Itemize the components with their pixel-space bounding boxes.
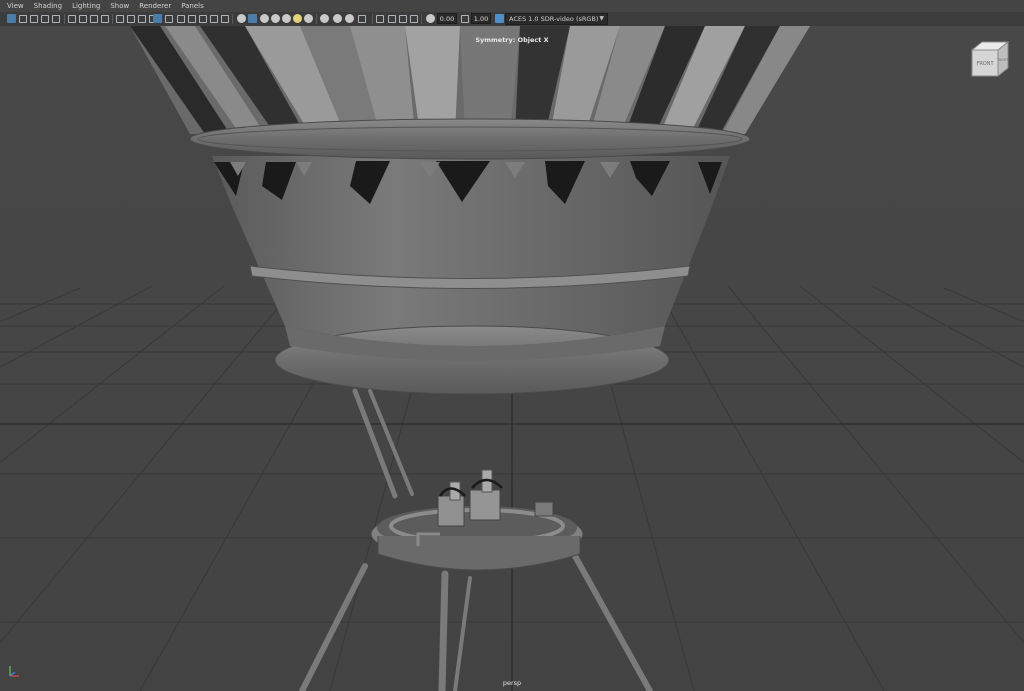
camera-attributes-icon[interactable] — [19, 15, 27, 23]
select-icon[interactable] — [376, 15, 384, 23]
panel-toolbar: 0.00 1.00 ACES 1.0 SDR-video (sRGB) ▼ — [0, 12, 1024, 27]
resolution-gate-icon[interactable] — [79, 15, 87, 23]
camera-name-label: persp — [502, 679, 522, 687]
field-chart-icon[interactable] — [101, 15, 109, 23]
safe-action-icon[interactable] — [116, 15, 124, 23]
viewport-menu-bar: View Shading Lighting Show Renderer Pane… — [0, 0, 1024, 12]
modeling-toolkit-icon[interactable] — [410, 15, 418, 23]
wireframe-icon[interactable] — [153, 14, 162, 23]
menu-renderer[interactable]: Renderer — [139, 0, 171, 12]
xray-icon[interactable] — [221, 15, 229, 23]
lasso-icon[interactable] — [388, 15, 396, 23]
depth-of-field-icon[interactable] — [293, 14, 302, 23]
menu-show[interactable]: Show — [110, 0, 129, 12]
pan-zoom-icon[interactable] — [138, 15, 146, 23]
select-camera-icon[interactable] — [7, 14, 16, 23]
grid-icon[interactable] — [52, 15, 60, 23]
menu-view[interactable]: View — [7, 0, 24, 12]
xray-joints-icon[interactable] — [248, 14, 257, 23]
textured-icon[interactable] — [188, 15, 196, 23]
paint-select-icon[interactable] — [399, 15, 407, 23]
screen-space-ao-icon[interactable] — [260, 14, 269, 23]
multisample-aa-icon[interactable] — [282, 14, 291, 23]
display-lights-icon[interactable] — [320, 14, 329, 23]
gamma-icon[interactable] — [461, 15, 469, 23]
exposure-field[interactable]: 0.00 — [437, 13, 457, 24]
view-transform-dropdown[interactable]: ACES 1.0 SDR-video (sRGB) ▼ — [505, 13, 608, 25]
image-plane-icon[interactable] — [41, 15, 49, 23]
symmetry-label: Symmetry: Object X — [475, 36, 549, 44]
viewcube-front-label: FRONT — [976, 61, 994, 67]
wireframe-on-shaded-icon[interactable] — [177, 15, 185, 23]
film-gate-icon[interactable] — [68, 15, 76, 23]
hud-icon[interactable] — [345, 14, 354, 23]
perspective-viewport[interactable]: Symmetry: Object X FRONT RIGHT persp — [0, 26, 1024, 691]
color-management-icon[interactable] — [495, 14, 504, 23]
backface-culling-icon[interactable] — [304, 14, 313, 23]
viewcube-right-label: RIGHT — [998, 58, 1010, 62]
menu-panels[interactable]: Panels — [181, 0, 204, 12]
maya-application: View Shading Lighting Show Renderer Pane… — [0, 0, 1024, 691]
view-transform-label: ACES 1.0 SDR-video (sRGB) — [509, 15, 599, 23]
exposure-icon[interactable] — [426, 14, 435, 23]
material-icon[interactable] — [333, 14, 342, 23]
chevron-down-icon: ▼ — [599, 15, 604, 22]
isolate-select-icon[interactable] — [237, 14, 246, 23]
shadows-icon[interactable] — [210, 15, 218, 23]
gate-mask-icon[interactable] — [90, 15, 98, 23]
safe-title-icon[interactable] — [127, 15, 135, 23]
axis-gizmo — [6, 662, 24, 680]
object-display-icon[interactable] — [358, 15, 366, 23]
use-all-lights-icon[interactable] — [199, 15, 207, 23]
menu-shading[interactable]: Shading — [34, 0, 62, 12]
scene-render — [0, 26, 1024, 691]
motion-blur-icon[interactable] — [271, 14, 280, 23]
view-cube[interactable]: FRONT RIGHT — [968, 40, 1012, 80]
gamma-field[interactable]: 1.00 — [471, 13, 491, 24]
smooth-shade-icon[interactable] — [165, 15, 173, 23]
bookmark-icon[interactable] — [30, 15, 38, 23]
menu-lighting[interactable]: Lighting — [72, 0, 100, 12]
